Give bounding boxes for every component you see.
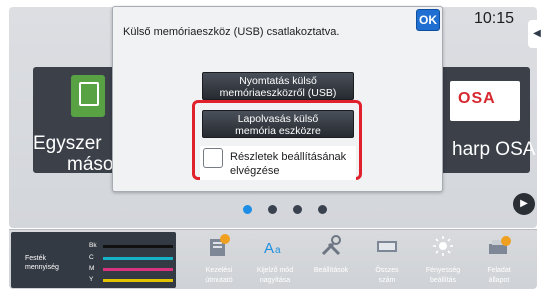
details-checkbox[interactable] bbox=[203, 148, 223, 168]
manual-label-1: Kezelési bbox=[205, 267, 233, 274]
toner-bar bbox=[103, 257, 173, 260]
tile-sharp-osa[interactable]: OSA harp OSA bbox=[430, 67, 535, 173]
counter-label: Összes szám bbox=[355, 266, 419, 286]
counter-label-1: Összes bbox=[375, 267, 399, 274]
details-checkbox-label: Részletek beállításának elvégzése bbox=[230, 150, 354, 178]
toner-label-2: mennyiség bbox=[25, 264, 59, 271]
details-label-2: elvégzése bbox=[230, 165, 280, 177]
details-label-1: Részletek beállításának bbox=[230, 151, 347, 163]
manual-label-2: útmutató bbox=[205, 277, 233, 284]
job-status-label-2: állapot bbox=[488, 277, 510, 284]
counter-button[interactable]: Összes szám bbox=[361, 230, 413, 290]
print-from-usb-button[interactable]: Nyomtatás külső memóriaeszközről (USB) bbox=[202, 72, 354, 100]
brightness-label: Fényesség beállítás bbox=[411, 266, 475, 286]
display-zoom-label-2: nagyítása bbox=[259, 277, 291, 284]
toner-bar bbox=[103, 268, 173, 271]
manual-button[interactable]: Kezelési útmutató bbox=[193, 230, 245, 290]
brightness-label-1: Fényesség bbox=[425, 267, 461, 274]
page-indicator bbox=[243, 205, 327, 215]
toner-name: Bk bbox=[89, 242, 97, 249]
counter-icon bbox=[377, 241, 397, 252]
job-status-label-1: Feladat bbox=[487, 267, 511, 274]
svg-text:a: a bbox=[275, 245, 281, 256]
side-panel-arrow-icon[interactable]: ◀ bbox=[528, 20, 545, 48]
toner-bar bbox=[103, 245, 173, 248]
page-dot[interactable] bbox=[243, 205, 252, 214]
ok-button[interactable]: OK bbox=[416, 9, 440, 31]
brightness-label-2: beállítás bbox=[429, 277, 457, 284]
scan-to-usb-button[interactable]: Lapolvasás külső memória eszközre bbox=[202, 110, 354, 138]
job-status-button[interactable]: Feladat állapot bbox=[473, 230, 525, 290]
settings-icon bbox=[321, 235, 341, 256]
scan-to-usb-label-1: Lapolvasás külső bbox=[237, 113, 319, 125]
next-page-button[interactable]: ▶ bbox=[513, 193, 535, 215]
dialog-message: Külső memóriaeszköz (USB) csatlakoztatva… bbox=[123, 26, 340, 38]
print-from-usb-label-1: Nyomtatás külső bbox=[239, 75, 317, 87]
brightness-button[interactable]: Fényesség beállítás bbox=[417, 230, 469, 290]
settings-label-1: Beállítások bbox=[313, 267, 349, 274]
toner-name: Y bbox=[89, 276, 94, 283]
toner-label: Festék mennyiség bbox=[25, 254, 59, 272]
job-status-label: Feladat állapot bbox=[467, 266, 531, 286]
print-from-usb-label-2: memóriaeszközről (USB) bbox=[219, 87, 337, 99]
toner-label-1: Festék bbox=[25, 255, 47, 262]
brightness-icon bbox=[433, 236, 453, 256]
toner-bar bbox=[103, 279, 173, 282]
page-dot[interactable] bbox=[318, 205, 327, 214]
usb-dialog: Külső memóriaeszköz (USB) csatlakoztatva… bbox=[112, 6, 443, 192]
manual-label: Kezelési útmutató bbox=[187, 266, 251, 286]
osa-logo-icon: OSA bbox=[450, 81, 520, 121]
tile-copy-label-1: Egyszer bbox=[33, 133, 102, 154]
svg-text:A: A bbox=[264, 240, 274, 257]
page-dot[interactable] bbox=[293, 205, 302, 214]
display-zoom-icon: A a bbox=[264, 240, 281, 257]
details-checkbox-row[interactable]: Részletek beállításának elvégzése bbox=[200, 146, 356, 180]
osa-logo-text: OSA bbox=[458, 90, 496, 107]
bottom-toolbar: Festék mennyiség Bk C M Y Kezelési útmut… bbox=[9, 229, 537, 289]
settings-button[interactable]: Beállítások bbox=[305, 230, 357, 290]
toner-name: C bbox=[89, 254, 94, 261]
job-status-icon bbox=[489, 236, 511, 254]
clock: 10:15 bbox=[474, 10, 515, 27]
toner-level-button[interactable]: Festék mennyiség Bk C M Y bbox=[11, 232, 176, 288]
display-zoom-button[interactable]: A a Kijelző mód nagyítása bbox=[249, 230, 301, 290]
page-dot[interactable] bbox=[268, 205, 277, 214]
display-zoom-label: Kijelző mód nagyítása bbox=[243, 266, 307, 286]
tile-osa-label: harp OSA bbox=[452, 139, 536, 160]
toner-name: M bbox=[89, 265, 95, 272]
manual-icon bbox=[210, 234, 230, 256]
counter-label-2: szám bbox=[378, 277, 396, 284]
copy-icon bbox=[71, 75, 105, 117]
settings-label: Beállítások bbox=[299, 266, 363, 276]
display-zoom-label-1: Kijelző mód bbox=[256, 267, 294, 274]
scan-to-usb-label-2: memória eszközre bbox=[235, 125, 321, 137]
device-screen: Egyszer másolás OSA harp OSA 10:15 ◀ ▶ K… bbox=[0, 0, 545, 296]
